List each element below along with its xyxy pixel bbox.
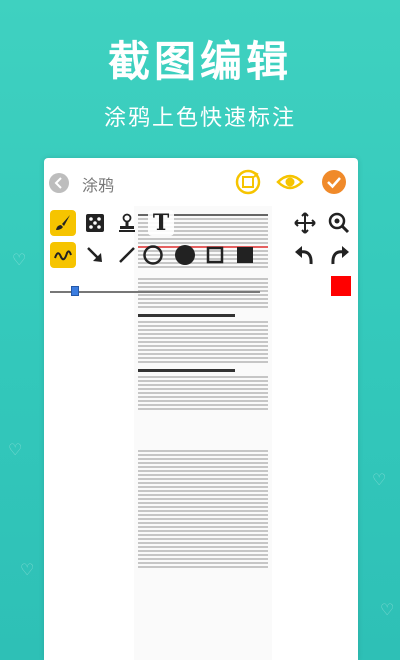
text-tool-button[interactable]: T bbox=[148, 210, 174, 236]
rect-fill-tool-button[interactable] bbox=[232, 242, 258, 268]
zoom-tool-button[interactable] bbox=[326, 210, 352, 236]
zoom-icon bbox=[328, 212, 350, 234]
hero-subtitle: 涂鸦上色快速标注 bbox=[103, 106, 296, 131]
arrow-tool-button[interactable] bbox=[82, 242, 108, 268]
screen-title: 涂鸦 bbox=[82, 176, 115, 195]
freehand-icon bbox=[54, 250, 72, 261]
eye-icon[interactable] bbox=[276, 168, 304, 196]
document-canvas[interactable] bbox=[134, 206, 272, 660]
stamp-tool-button[interactable] bbox=[114, 210, 140, 236]
circle-outline-icon bbox=[143, 245, 163, 265]
circle-outline-tool-button[interactable] bbox=[140, 242, 166, 268]
rotate-icon[interactable] bbox=[234, 168, 262, 196]
heart-decor-icon: ♡ bbox=[372, 470, 387, 489]
heart-decor-icon: ♡ bbox=[20, 560, 35, 579]
freehand-tool-button[interactable] bbox=[50, 242, 76, 268]
arrow-icon bbox=[87, 247, 102, 262]
brush-icon bbox=[56, 215, 70, 230]
redo-icon bbox=[331, 246, 349, 265]
redo-button[interactable] bbox=[326, 242, 352, 268]
hero-title: 截图编辑 bbox=[107, 37, 292, 86]
phone-screen: 涂鸦 T bbox=[44, 158, 358, 660]
back-button[interactable] bbox=[49, 173, 69, 193]
heart-decor-icon: ♡ bbox=[12, 250, 27, 269]
current-color-swatch[interactable] bbox=[331, 276, 351, 296]
stamp-icon bbox=[119, 213, 135, 232]
stroke-size-slider-handle[interactable] bbox=[71, 286, 79, 296]
move-icon bbox=[294, 212, 316, 234]
circle-fill-icon bbox=[175, 245, 195, 265]
line-tool-button[interactable] bbox=[114, 242, 140, 268]
back-icon bbox=[54, 177, 62, 189]
undo-button[interactable] bbox=[292, 242, 318, 268]
heart-decor-icon: ♡ bbox=[380, 600, 395, 619]
undo-icon bbox=[295, 246, 313, 265]
text-icon: T bbox=[152, 210, 170, 236]
heart-decor-icon: ♡ bbox=[8, 440, 23, 459]
mosaic-icon bbox=[86, 214, 104, 232]
stroke-size-slider[interactable] bbox=[50, 291, 260, 293]
rect-fill-icon bbox=[237, 247, 253, 263]
mosaic-tool-button[interactable] bbox=[82, 210, 108, 236]
circle-fill-tool-button[interactable] bbox=[172, 242, 198, 268]
brush-tool-button[interactable] bbox=[50, 210, 76, 236]
move-tool-button[interactable] bbox=[292, 210, 318, 236]
rect-outline-tool-button[interactable] bbox=[202, 242, 228, 268]
top-bar: 涂鸦 bbox=[44, 158, 358, 206]
confirm-icon[interactable] bbox=[320, 168, 348, 196]
rect-outline-icon bbox=[206, 246, 224, 264]
line-icon bbox=[119, 247, 135, 263]
